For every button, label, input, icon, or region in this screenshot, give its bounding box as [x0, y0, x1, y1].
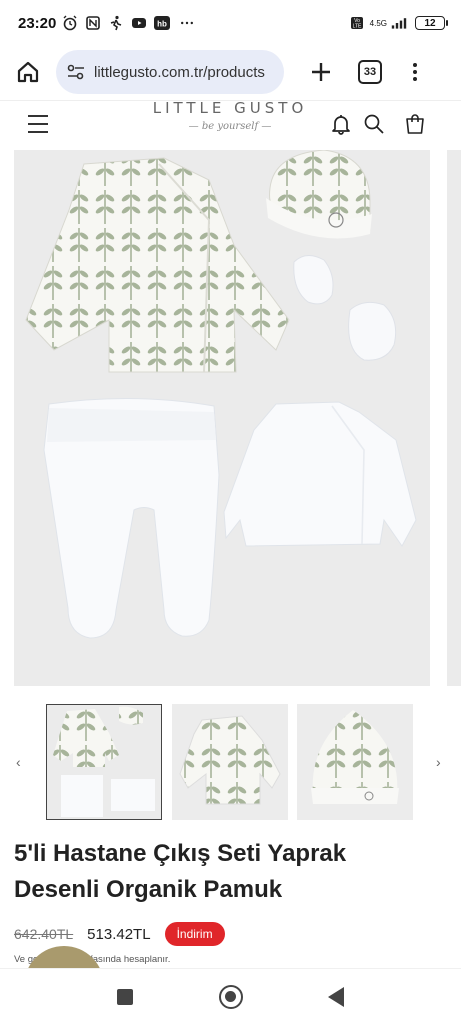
- site-header: LITTLE GUSTO — be yourself —: [0, 99, 461, 146]
- baby-clothing-set-photo: [14, 150, 430, 686]
- thumbnail-2[interactable]: [172, 704, 288, 820]
- youtube-icon: [131, 15, 147, 31]
- tune-icon[interactable]: [66, 62, 86, 82]
- battery-indicator: 12: [415, 16, 448, 30]
- logo-wordmark: LITTLE GUSTO: [152, 99, 308, 117]
- product-title: 5'li Hastane Çıkış Seti Yaprak Desenli O…: [14, 840, 347, 903]
- browser-menu-button[interactable]: [410, 63, 420, 81]
- sale-price: 513.42TL: [87, 925, 151, 943]
- recents-button[interactable]: [117, 989, 133, 1005]
- chevron-right-icon[interactable]: ›: [436, 754, 441, 770]
- volte-icon: Vo LTE: [350, 15, 364, 31]
- discount-badge: İndirim: [164, 922, 225, 946]
- price-row: 642.40TL 513.42TL İndirim: [14, 922, 225, 946]
- back-button[interactable]: [328, 987, 344, 1007]
- site-logo[interactable]: LITTLE GUSTO — be yourself —: [150, 99, 310, 145]
- product-main-image[interactable]: [14, 150, 430, 686]
- search-icon[interactable]: [363, 113, 385, 135]
- thumbnail-1[interactable]: [46, 704, 162, 820]
- alarm-icon: [62, 15, 78, 31]
- tab-switcher-button[interactable]: 33: [358, 60, 382, 84]
- svg-text:hb: hb: [157, 20, 167, 29]
- signal-icon: [389, 15, 409, 31]
- more-notifications-icon: [177, 15, 197, 31]
- chevron-left-icon[interactable]: ‹: [16, 754, 21, 770]
- status-system-icons: Vo LTE 4.5G 12: [350, 15, 448, 31]
- system-navigation-bar: [0, 968, 461, 1024]
- next-image-peek[interactable]: [447, 150, 461, 686]
- walking-icon: [108, 15, 124, 31]
- thumbnail-3[interactable]: [297, 704, 413, 820]
- tab-count: 33: [363, 66, 377, 78]
- plus-icon: [312, 63, 330, 81]
- home-icon: [17, 61, 39, 83]
- hamburger-menu-button[interactable]: [28, 115, 48, 133]
- status-notification-icons: hb: [62, 15, 197, 31]
- thumbnail-carousel: ‹ ›: [0, 704, 461, 822]
- hb-app-icon: hb: [154, 15, 171, 31]
- logo-tagline: — be yourself —: [188, 121, 272, 132]
- more-vert-icon: [413, 63, 417, 67]
- shopping-bag-icon[interactable]: [404, 113, 426, 135]
- network-type: 4.5G: [369, 18, 387, 28]
- battery-level: 12: [424, 17, 436, 29]
- address-bar[interactable]: littlegusto.com.tr/products: [56, 50, 284, 94]
- browser-toolbar: littlegusto.com.tr/products 33: [0, 46, 461, 98]
- home-button[interactable]: [10, 54, 46, 90]
- svg-text:LTE: LTE: [352, 24, 361, 30]
- bell-icon[interactable]: [330, 113, 352, 135]
- status-time: 23:20: [18, 14, 57, 32]
- home-nav-button[interactable]: [219, 985, 243, 1009]
- old-price: 642.40TL: [14, 926, 74, 942]
- status-bar: 23:20 hb Vo LTE 4.5G 12: [0, 0, 461, 46]
- new-tab-button[interactable]: [306, 57, 336, 87]
- nfc-icon: [85, 15, 101, 31]
- url-text: littlegusto.com.tr/products: [94, 63, 265, 81]
